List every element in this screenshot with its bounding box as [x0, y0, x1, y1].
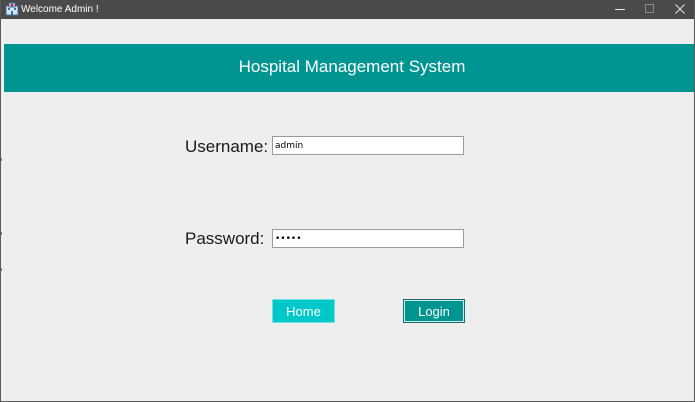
home-button[interactable]: Home — [272, 299, 335, 323]
page-title: Hospital Management System — [238, 57, 466, 76]
close-icon — [675, 1, 685, 19]
close-button[interactable] — [665, 0, 695, 19]
minimize-icon — [615, 1, 625, 19]
login-window: Welcome Admin ! Hospital Management Syst… — [0, 0, 695, 402]
hospital-app-icon — [5, 2, 19, 16]
window-title: Welcome Admin ! — [21, 4, 99, 15]
password-field[interactable] — [272, 229, 464, 248]
edge-divider — [1, 268, 2, 271]
header-banner: Hospital Management System — [4, 44, 694, 92]
title-bar[interactable]: Welcome Admin ! — [1, 0, 694, 19]
username-label: Username: — [185, 137, 269, 156]
username-field[interactable] — [272, 136, 464, 155]
maximize-icon — [645, 1, 655, 19]
edge-divider — [1, 232, 2, 235]
edge-divider — [1, 158, 2, 161]
maximize-button[interactable] — [635, 0, 665, 19]
password-label: Password: — [185, 229, 265, 248]
minimize-button[interactable] — [605, 0, 635, 19]
login-button[interactable]: Login — [403, 299, 465, 323]
